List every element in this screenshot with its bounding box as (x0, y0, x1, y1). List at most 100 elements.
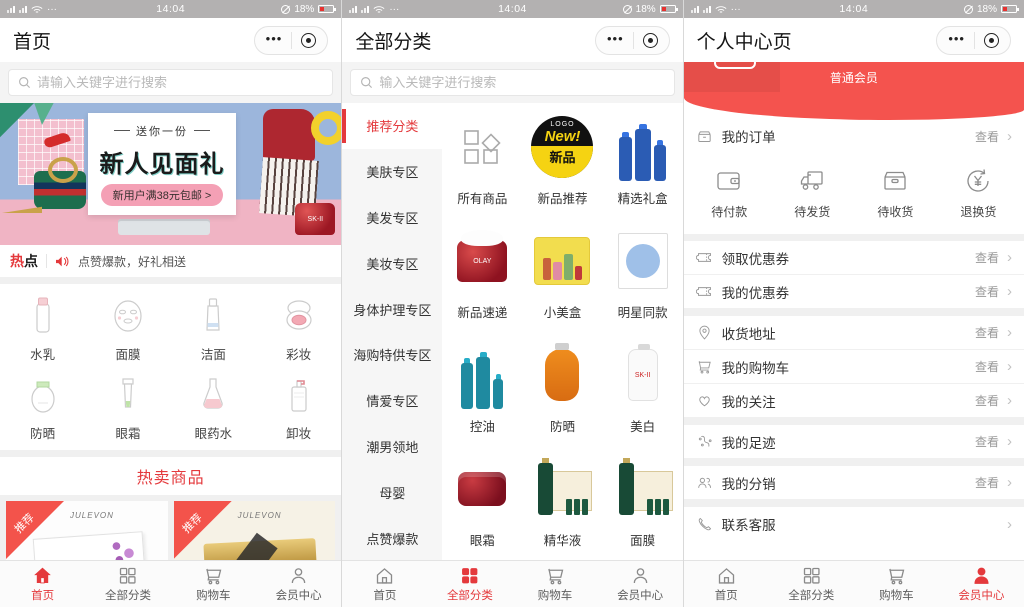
grid-item-new-arrivals[interactable]: LOGONew!新品 新品推荐 (522, 103, 602, 217)
more-menu-button[interactable]: ••• (607, 32, 624, 49)
hot-divider (46, 254, 47, 268)
tab-cart[interactable]: 购物车 (512, 561, 597, 607)
status-bar: ··· 14:04 18% (684, 0, 1024, 18)
search-input[interactable] (37, 75, 323, 90)
grid-item-gift-sets[interactable]: 精选礼盒 (603, 103, 683, 217)
category-shuiru[interactable]: 水乳 (0, 294, 85, 363)
view-link[interactable]: 查看 (975, 358, 999, 375)
close-circle-button[interactable] (643, 33, 658, 48)
product-card[interactable]: 推荐 JULEVON (6, 501, 168, 560)
status-pending-shipment[interactable]: 待发货 (771, 152, 854, 234)
chevron-right-icon: › (1007, 284, 1012, 299)
tab-member[interactable]: 会员中心 (939, 561, 1024, 607)
view-link[interactable]: 查看 (975, 392, 999, 409)
grid-item-oil-control[interactable]: 控油 (442, 331, 522, 445)
tab-categories[interactable]: 全部分类 (427, 561, 512, 607)
promo-banner[interactable]: SK-II 送你一份 新人见面礼 新用户满38元包邮 > (0, 103, 341, 245)
grid-item-all-products[interactable]: 所有商品 (442, 103, 522, 217)
view-link[interactable]: 查看 (975, 283, 999, 300)
view-link[interactable]: 查看 (975, 324, 999, 341)
title-bar: 全部分类 ••• (342, 18, 682, 62)
menu-contact-service[interactable]: 联系客服 › (684, 507, 1024, 541)
hot-news-strip[interactable]: 热点 点赞爆款，好礼相送 (0, 245, 341, 277)
chevron-right-icon: › (1007, 393, 1012, 408)
grid-item-celebrity-pick[interactable]: 明星同款 (603, 217, 683, 331)
chevron-right-icon: › (1007, 475, 1012, 490)
brand-logo: JULEVON (238, 511, 282, 520)
close-circle-button[interactable] (301, 33, 316, 48)
tab-home[interactable]: 首页 (342, 561, 427, 607)
tab-label: 全部分类 (788, 587, 834, 603)
category-caizhuang[interactable]: 彩妆 (256, 294, 341, 363)
tab-home[interactable]: 首页 (684, 561, 769, 607)
product-image (203, 538, 316, 560)
grid-label: 美白 (630, 416, 655, 435)
my-orders-row[interactable]: 我的订单 查看 › (684, 120, 1024, 152)
battery-icon (318, 5, 334, 13)
menu-my-coupons[interactable]: 我的优惠券 查看 › (684, 275, 1024, 309)
category-fangshai[interactable]: 防晒 (0, 373, 85, 442)
menu-my-footprints[interactable]: 我的足迹 查看 › (684, 425, 1024, 459)
category-yanshuang[interactable]: 眼霜 (85, 373, 170, 442)
tab-cart[interactable]: 购物车 (171, 561, 256, 607)
tab-categories[interactable]: 全部分类 (85, 561, 170, 607)
grid-item-mask[interactable]: 面膜 (603, 445, 683, 559)
tab-home[interactable]: 首页 (0, 561, 85, 607)
tab-member[interactable]: 会员中心 (256, 561, 341, 607)
sidebar-item-hair[interactable]: 美发专区 (342, 195, 442, 241)
sidebar-item-men[interactable]: 潮男领地 (342, 424, 442, 470)
sidebar-item-makeup[interactable]: 美妆专区 (342, 240, 442, 286)
grid-item-whitening[interactable]: SK-II 美白 (603, 331, 683, 445)
menu-my-cart[interactable]: 我的购物车 查看 › (684, 350, 1024, 384)
sidebar-item-recommended[interactable]: 推荐分类 (342, 103, 442, 149)
chevron-right-icon: › (1007, 250, 1012, 265)
tab-label: 购物车 (196, 587, 231, 603)
status-right: 18% (224, 4, 334, 15)
sidebar-item-liked[interactable]: 点赞爆款 (342, 515, 442, 560)
sidebar-item-skin[interactable]: 美肤专区 (342, 149, 442, 195)
status-pending-receipt[interactable]: 待收货 (854, 152, 937, 234)
tab-cart[interactable]: 购物车 (854, 561, 939, 607)
banner-text-panel: 送你一份 新人见面礼 新用户满38元包邮 > (88, 113, 236, 215)
menu-my-follows[interactable]: 我的关注 查看 › (684, 384, 1024, 418)
grid-item-beauty-box[interactable]: 小美盒 (522, 217, 602, 331)
view-link[interactable]: 查看 (975, 249, 999, 266)
search-box[interactable] (350, 69, 674, 96)
category-xiezhuang[interactable]: 卸妆 (256, 373, 341, 442)
yellow-ring-decor (311, 111, 341, 145)
category-yanyaoshui[interactable]: 眼药水 (171, 373, 256, 442)
tab-member[interactable]: 会员中心 (598, 561, 683, 607)
menu-get-coupons[interactable]: 领取优惠券 查看 › (684, 241, 1024, 275)
sidebar-item-overseas[interactable]: 海购特供专区 (342, 332, 442, 378)
menu-address[interactable]: 收货地址 查看 › (684, 316, 1024, 350)
profile-content: 普通会员 我的订单 查看 › 待付款 待发货 (684, 62, 1024, 560)
tab-categories[interactable]: 全部分类 (769, 561, 854, 607)
category-mianmo[interactable]: 面膜 (85, 294, 170, 363)
banner-subtitle: 送你一份 (114, 123, 210, 139)
search-input[interactable] (379, 75, 664, 90)
grid-item-sunscreen[interactable]: 防晒 (522, 331, 602, 445)
white-bottle-image: SK-II (628, 349, 658, 401)
sidebar-item-bodycare[interactable]: 身体护理专区 (342, 286, 442, 332)
search-box[interactable] (8, 69, 333, 96)
view-link[interactable]: 查看 (975, 128, 999, 145)
grid-item-essence[interactable]: 精华液 (522, 445, 602, 559)
grid-item-eye-cream[interactable]: 眼霜 (442, 445, 522, 559)
view-link[interactable]: 查看 (975, 433, 999, 450)
banner-pill[interactable]: 新用户满38元包邮 > (101, 184, 224, 206)
sidebar-item-baby[interactable]: 母婴 (342, 469, 442, 515)
page-title: 个人中心页 (697, 27, 792, 54)
avatar-frame (714, 62, 756, 69)
sidebar-item-love[interactable]: 情爱专区 (342, 378, 442, 424)
menu-my-distribution[interactable]: 我的分销 查看 › (684, 466, 1024, 500)
status-pending-payment[interactable]: 待付款 (688, 152, 771, 234)
more-menu-button[interactable]: ••• (266, 32, 283, 49)
product-card[interactable]: 推荐 JULEVON (174, 501, 336, 560)
status-returns[interactable]: 退换货 (937, 152, 1020, 234)
category-jiemian[interactable]: 洁面 (171, 294, 256, 363)
more-menu-button[interactable]: ••• (948, 32, 965, 49)
view-link[interactable]: 查看 (975, 474, 999, 491)
close-circle-button[interactable] (984, 33, 999, 48)
grid-item-new-express[interactable]: OLAY 新品速递 (442, 217, 522, 331)
person-icon (971, 565, 992, 586)
